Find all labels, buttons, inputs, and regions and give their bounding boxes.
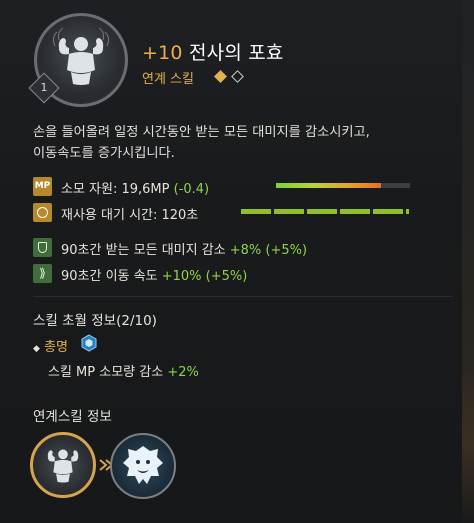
background-edge: [462, 0, 474, 523]
cooldown-clock-icon: [33, 203, 52, 222]
move-speed-value: +10% (+5%): [161, 269, 248, 284]
move-speed-text: 90초간 이동 속도 +10% (+5%): [61, 265, 247, 284]
damage-reduction-text: 90초간 받는 모든 대미지 감소 +8% (+5%): [61, 239, 307, 258]
description-line-1: 손을 들어올려 일정 시간동안 받는 모든 대미지를 감소시키고,: [33, 125, 370, 140]
mp-cost-text: 소모 자원: 19,6MP (-0.4): [61, 178, 209, 197]
description-line-2: 이동속도를 증가시킵니다.: [33, 146, 175, 161]
mp-cost-label: 소모 자원: 19,6MP: [61, 182, 174, 197]
damage-reduction-row: 90초간 받는 모든 대미지 감소 +8% (+5%): [33, 238, 453, 258]
mp-cost-bar-fill: [276, 183, 381, 188]
transcendence-effect: 스킬 MP 소모량 감소 +2%: [48, 361, 199, 380]
transcendence-effect-value: +2%: [167, 365, 199, 380]
level-badge-number: 1: [40, 81, 48, 94]
skill-name: 전사의 포효: [188, 42, 284, 64]
mp-cost-row: MP 소모 자원: 19,6MP (-0.4): [33, 177, 453, 197]
divider: [33, 296, 453, 297]
transcendence-effect-label: 스킬 MP 소모량 감소: [48, 365, 168, 380]
transcendence-title: 스킬 초월 정보(2/10): [33, 313, 157, 329]
mp-cost-change: (-0.4): [173, 182, 210, 197]
cooldown-label: 재사용 대기 시간: 120초: [61, 208, 199, 223]
damage-reduction-label: 90초간 받는 모든 대미지 감소: [61, 243, 230, 258]
enhance-level: +10: [142, 42, 183, 64]
damage-reduction-value: +8% (+5%): [229, 243, 308, 258]
cooldown-bar-fill: [241, 209, 409, 214]
cooldown-row: 재사용 대기 시간: 120초: [33, 203, 453, 223]
transcendence-grade: ◆ 총명: [33, 336, 68, 355]
roaring-lion-icon: [123, 446, 163, 484]
mp-icon: MP: [33, 177, 52, 196]
move-speed-label: 90초간 이동 속도: [61, 269, 162, 284]
skill-description: 손을 들어올려 일정 시간동안 받는 모든 대미지를 감소시키고, 이동속도를 …: [33, 122, 453, 164]
flexing-warrior-icon: [52, 27, 110, 85]
flexing-warrior-icon: [47, 449, 79, 483]
skill-title: +10 전사의 포효: [142, 38, 284, 65]
shield-icon: [33, 238, 52, 257]
move-speed-row: ⟫ 90초간 이동 속도 +10% (+5%): [33, 264, 453, 284]
skill-category: 연계 스킬: [142, 72, 194, 87]
running-speed-icon: ⟫: [33, 264, 52, 283]
combo-skill-2[interactable]: [110, 433, 176, 499]
bullet-diamond-icon: ◆: [33, 344, 40, 354]
combo-skill-1[interactable]: [30, 432, 96, 498]
combo-skill-title: 연계스킬 정보: [33, 409, 112, 425]
cooldown-bar: [241, 209, 409, 214]
mp-cost-bar: [276, 183, 410, 188]
transcendence-hex-icon: [81, 334, 97, 352]
transcendence-grade-name: 총명: [44, 340, 68, 355]
